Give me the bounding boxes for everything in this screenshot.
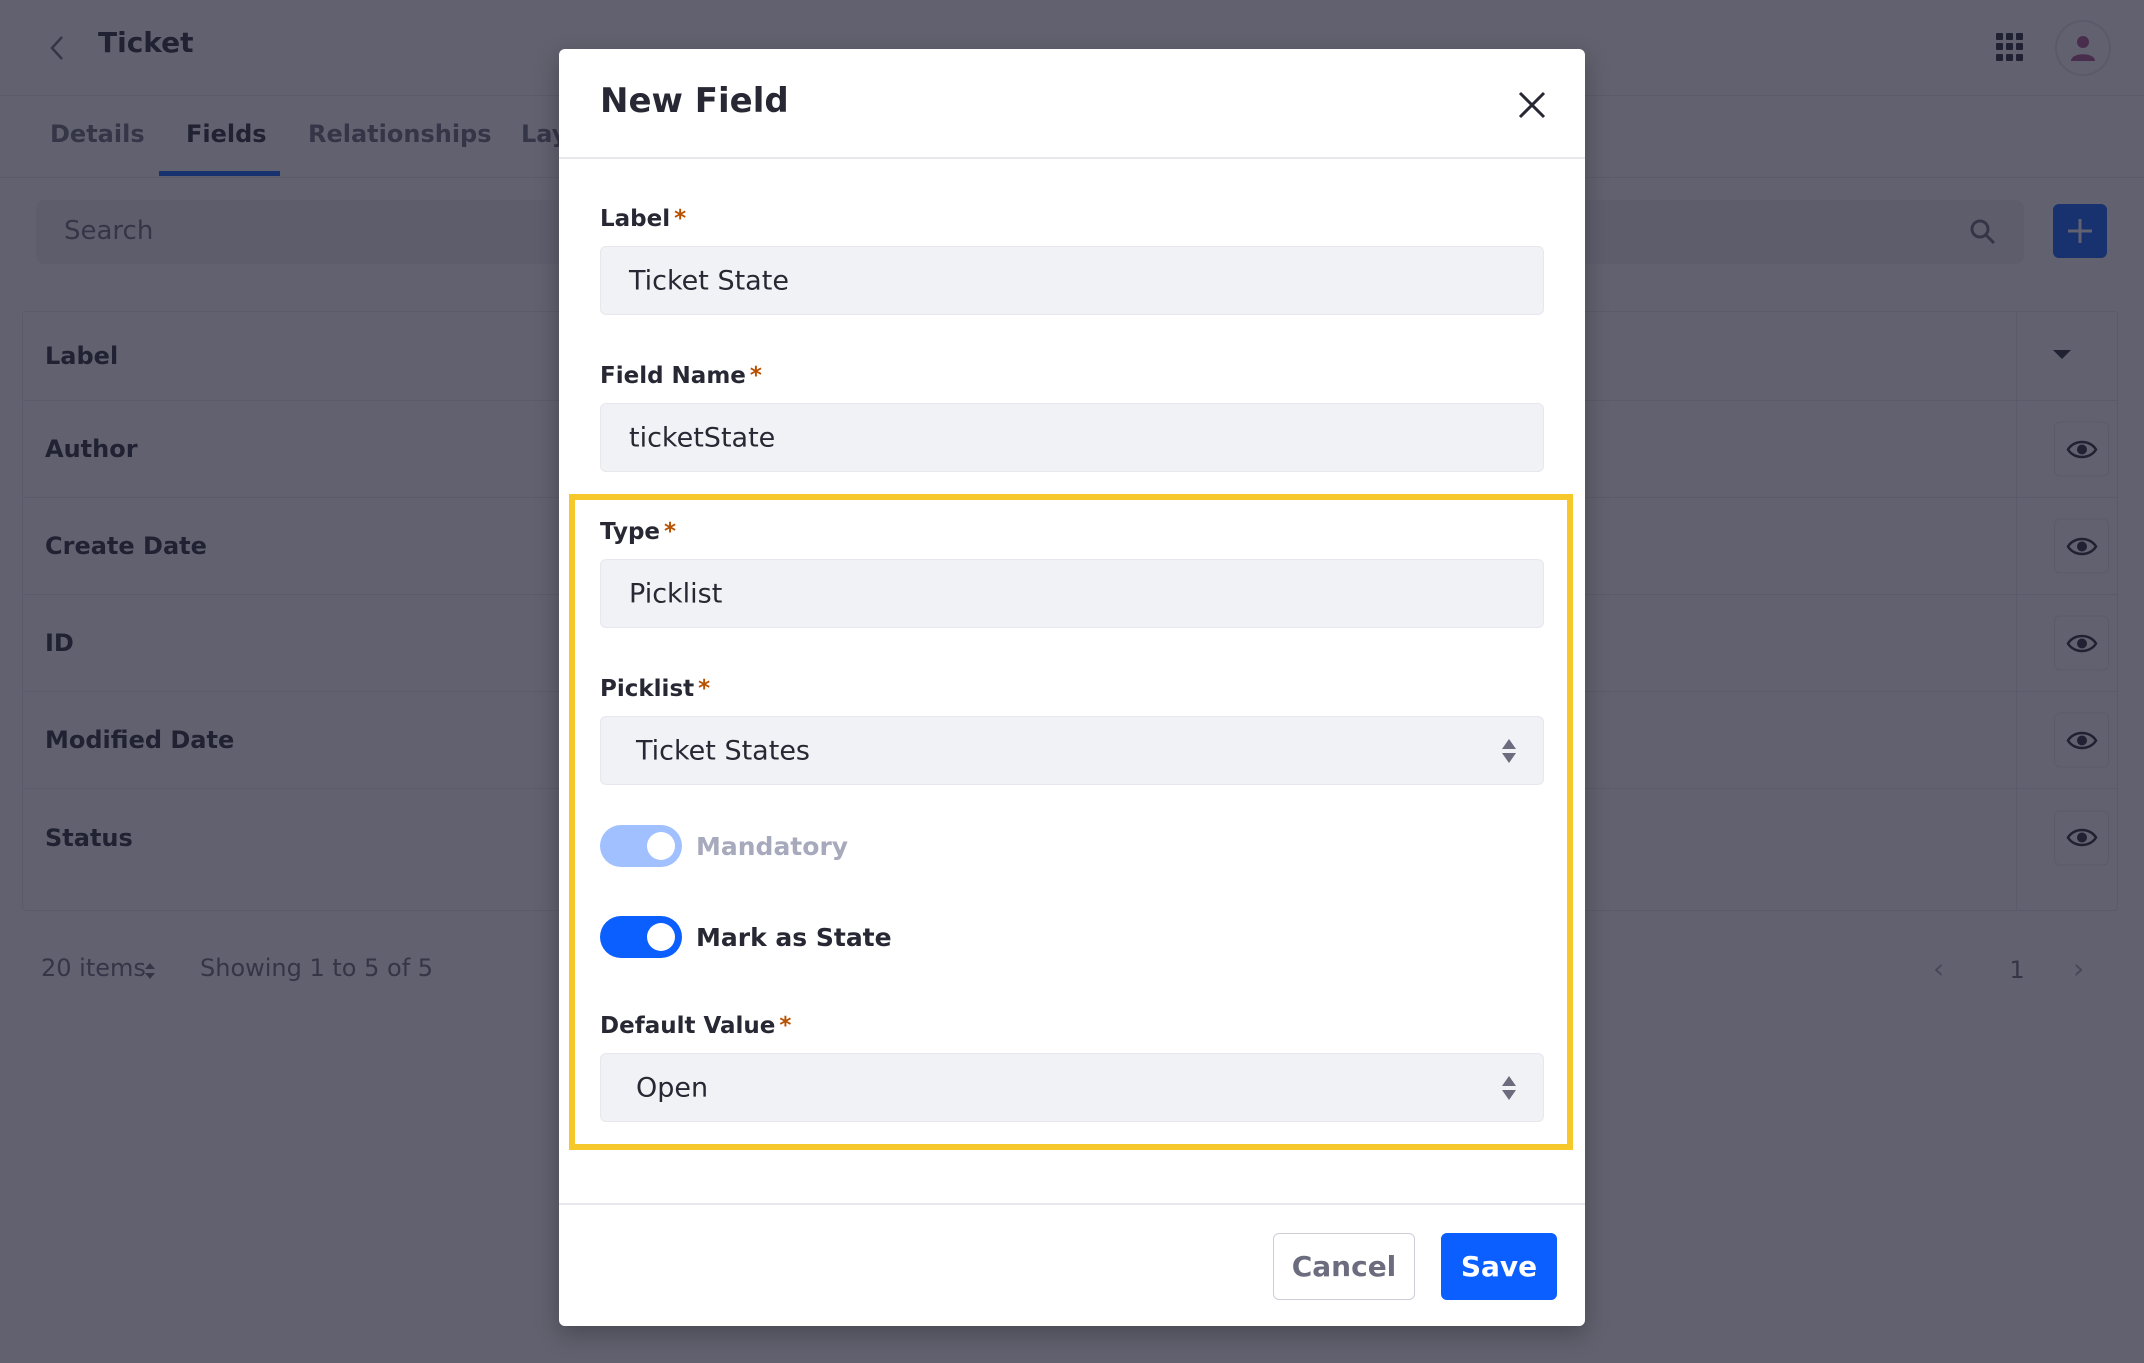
default-value-select[interactable]: Open [600, 1053, 1544, 1122]
mandatory-toggle-row: Mandatory [600, 825, 848, 867]
mark-as-state-toggle-row: Mark as State [600, 916, 892, 958]
label-text: Picklist [600, 676, 695, 702]
close-icon [1518, 91, 1546, 119]
label-input[interactable]: Ticket State [600, 246, 1544, 315]
default-value-select-value: Open [636, 1072, 709, 1103]
type-field-label: Type * [600, 519, 676, 545]
modal-title: New Field [600, 81, 789, 121]
label-text: Type [600, 519, 661, 545]
required-asterisk: * [698, 676, 711, 702]
label-text: Field Name [600, 363, 746, 389]
new-field-modal: New Field Label * Ticket State Field Name… [559, 49, 1585, 1326]
picklist-select[interactable]: Ticket States [600, 716, 1544, 785]
close-button[interactable] [1512, 85, 1552, 125]
save-button[interactable]: Save [1441, 1233, 1557, 1300]
type-input-value: Picklist [629, 578, 723, 609]
required-asterisk: * [664, 519, 677, 545]
field-name-label: Field Name * [600, 363, 762, 389]
select-arrows-icon [1502, 738, 1516, 763]
label-text: Label [600, 206, 671, 232]
field-name-input[interactable]: ticketState [600, 403, 1544, 472]
picklist-field-label: Picklist * [600, 676, 710, 702]
mandatory-toggle-label: Mandatory [696, 831, 849, 861]
label-field-label: Label * [600, 206, 686, 232]
default-value-field-label: Default Value * [600, 1013, 791, 1039]
select-arrows-icon [1502, 1075, 1516, 1100]
toggle-knob [647, 832, 675, 860]
cancel-button[interactable]: Cancel [1273, 1233, 1415, 1300]
toggle-knob [647, 923, 675, 951]
mark-as-state-toggle-label: Mark as State [696, 922, 892, 952]
required-asterisk: * [674, 206, 687, 232]
label-text: Default Value [600, 1013, 776, 1039]
required-asterisk: * [779, 1013, 792, 1039]
picklist-select-value: Ticket States [636, 735, 810, 766]
modal-footer: Cancel Save [559, 1203, 1585, 1326]
mark-as-state-toggle[interactable] [600, 916, 682, 958]
modal-header: New Field [559, 49, 1585, 159]
label-input-value: Ticket State [629, 265, 789, 296]
mandatory-toggle[interactable] [600, 825, 682, 867]
field-name-input-value: ticketState [629, 422, 776, 453]
required-asterisk: * [749, 363, 762, 389]
type-input[interactable]: Picklist [600, 559, 1544, 628]
